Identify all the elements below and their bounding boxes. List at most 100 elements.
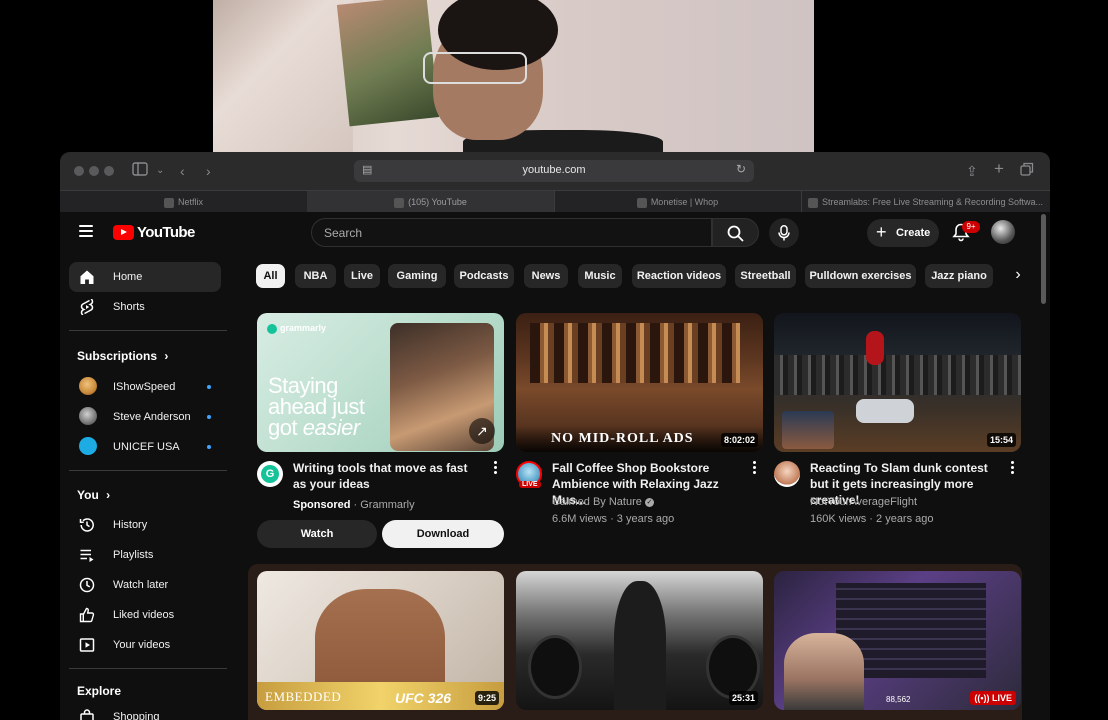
- video-card[interactable]: EMBEDDED UFC 326 9:25: [257, 571, 504, 710]
- menu-icon[interactable]: [79, 225, 93, 237]
- channel-name[interactable]: Calmed By Nature ✓: [552, 496, 654, 508]
- sidebar-divider: [69, 470, 227, 471]
- netflix-favicon-icon: [163, 197, 174, 208]
- address-bar[interactable]: ▤ youtube.com ↻: [354, 160, 754, 182]
- sidebar-item-home[interactable]: Home: [69, 262, 221, 292]
- chevron-down-icon[interactable]: ⌄: [156, 162, 164, 180]
- sidebar-item-shorts[interactable]: Shorts: [69, 292, 221, 322]
- video-title[interactable]: Writing tools that move as fast as your …: [293, 460, 483, 492]
- sidebar-item-label: History: [113, 519, 148, 531]
- video-thumbnail[interactable]: EMBEDDED UFC 326 9:25: [257, 571, 504, 710]
- viewer-count: 88,562: [886, 695, 911, 704]
- video-card[interactable]: NO MID-ROLL ADS 8:02:02 LIVE Fall Coffee…: [516, 313, 763, 533]
- facecam-graphic: [782, 411, 834, 449]
- video-stats: 6.6M views · 3 years ago: [552, 513, 675, 525]
- ad-thumbnail[interactable]: grammarly Staying ahead just got easier …: [257, 313, 504, 452]
- sidebar-item-playlists[interactable]: Playlists: [69, 540, 221, 570]
- minimize-window-button[interactable]: [89, 166, 99, 176]
- sidebar-item-label: Your videos: [113, 639, 171, 651]
- liked-videos-icon: [79, 607, 95, 623]
- subscription-ishowspeed[interactable]: IShowSpeed: [69, 372, 221, 402]
- you-heading[interactable]: You ›: [77, 488, 110, 502]
- sidebar-item-label: Liked videos: [113, 609, 175, 621]
- person-glasses: [423, 52, 527, 84]
- create-button[interactable]: + Create: [867, 219, 939, 247]
- ad-card[interactable]: grammarly Staying ahead just got easier …: [257, 313, 504, 553]
- chip-streetball[interactable]: Streetball: [735, 264, 796, 288]
- sidebar-toggle-icon[interactable]: [132, 162, 148, 180]
- sidebar-item-history[interactable]: History: [69, 510, 221, 540]
- chip-live[interactable]: Live: [344, 264, 380, 288]
- account-avatar[interactable]: [991, 220, 1015, 244]
- more-options-icon[interactable]: [1011, 461, 1015, 475]
- video-thumbnail[interactable]: NO MID-ROLL ADS 8:02:02: [516, 313, 763, 452]
- chip-jazz-piano[interactable]: Jazz piano: [925, 264, 993, 288]
- page-scrollbar[interactable]: [1041, 214, 1046, 304]
- video-card[interactable]: 15:54 Reacting To Slam dunk contest but …: [774, 313, 1021, 533]
- grammarly-brand: grammarly: [267, 323, 326, 334]
- video-thumbnail[interactable]: 88,562 ((•)) LIVE: [774, 571, 1021, 710]
- crowd-graphic: [774, 355, 1021, 395]
- chip-gaming[interactable]: Gaming: [388, 264, 446, 288]
- sidebar-item-watch-later[interactable]: Watch later: [69, 570, 221, 600]
- video-thumbnail[interactable]: 25:31: [516, 571, 763, 710]
- search-icon: [727, 225, 744, 242]
- voice-search-button[interactable]: [769, 218, 799, 248]
- subscription-steve-anderson[interactable]: Steve Anderson: [69, 402, 221, 432]
- tab-label: Netflix: [177, 197, 203, 207]
- back-arrow-icon[interactable]: ‹: [180, 162, 185, 180]
- sidebar-item-your-videos[interactable]: Your videos: [69, 630, 221, 660]
- channel-name[interactable]: NotYourAverageFlight: [810, 496, 917, 508]
- reload-icon[interactable]: ↻: [736, 162, 746, 176]
- chip-news[interactable]: News: [524, 264, 568, 288]
- youtube-header: YouTube Search + Create 9+: [60, 212, 1050, 304]
- search-input[interactable]: Search: [311, 218, 712, 247]
- video-duration: 25:31: [728, 691, 758, 705]
- video-thumbnail[interactable]: 15:54: [774, 313, 1021, 452]
- notification-badge: 9+: [962, 221, 980, 233]
- zoom-window-button[interactable]: [104, 166, 114, 176]
- chip-reaction-videos[interactable]: Reaction videos: [632, 264, 726, 288]
- watch-later-icon: [79, 577, 95, 593]
- grammarly-logo-icon: [267, 323, 277, 334]
- create-label: Create: [896, 227, 931, 239]
- sidebar-item-shopping[interactable]: Shopping: [69, 702, 221, 720]
- tab-overview-icon[interactable]: [1020, 162, 1034, 180]
- share-icon[interactable]: ⇪: [966, 162, 978, 180]
- video-stats: 160K views · 2 years ago: [810, 513, 934, 525]
- forward-arrow-icon[interactable]: ›: [206, 162, 211, 180]
- watch-button[interactable]: Watch: [257, 520, 377, 548]
- sidebar-item-liked-videos[interactable]: Liked videos: [69, 600, 221, 630]
- chevron-right-icon[interactable]: ›: [1006, 264, 1030, 288]
- chip-nba[interactable]: NBA: [295, 264, 336, 288]
- subscriptions-heading[interactable]: Subscriptions ›: [77, 349, 168, 363]
- advertiser-avatar[interactable]: G: [257, 461, 283, 487]
- new-content-dot: [207, 445, 211, 449]
- channel-avatar[interactable]: [774, 461, 800, 487]
- more-options-icon[interactable]: [494, 461, 498, 475]
- sidebar-item-label: Shopping: [113, 711, 160, 720]
- search-button[interactable]: [712, 218, 759, 247]
- browser-tab-netflix[interactable]: Netflix: [60, 191, 308, 213]
- external-link-icon[interactable]: ↗: [469, 418, 495, 444]
- tab-label: (105) YouTube: [408, 197, 467, 207]
- chip-podcasts[interactable]: Podcasts: [454, 264, 514, 288]
- browser-tab-streamlabs[interactable]: Streamlabs: Free Live Streaming & Record…: [801, 191, 1050, 213]
- chip-all[interactable]: All: [256, 264, 285, 288]
- subscription-unicef-usa[interactable]: UNICEF USA: [69, 432, 221, 462]
- new-tab-icon[interactable]: +: [994, 160, 1004, 178]
- browser-tab-strip: Netflix (105) YouTube Monetise | Whop St…: [60, 190, 1050, 213]
- chip-pulldown-exercises[interactable]: Pulldown exercises: [805, 264, 916, 288]
- download-button[interactable]: Download: [382, 520, 504, 548]
- new-content-dot: [207, 385, 211, 389]
- video-card[interactable]: 88,562 ((•)) LIVE: [774, 571, 1021, 710]
- browser-tab-youtube[interactable]: (105) YouTube: [307, 191, 555, 213]
- shopping-icon: [80, 709, 94, 720]
- more-options-icon[interactable]: [753, 461, 757, 475]
- browser-tab-whop[interactable]: Monetise | Whop: [554, 191, 802, 213]
- youtube-favicon-icon: [394, 197, 405, 208]
- chip-music[interactable]: Music: [578, 264, 622, 288]
- video-card[interactable]: 25:31: [516, 571, 763, 710]
- close-window-button[interactable]: [74, 166, 84, 176]
- subscription-label: IShowSpeed: [113, 381, 176, 393]
